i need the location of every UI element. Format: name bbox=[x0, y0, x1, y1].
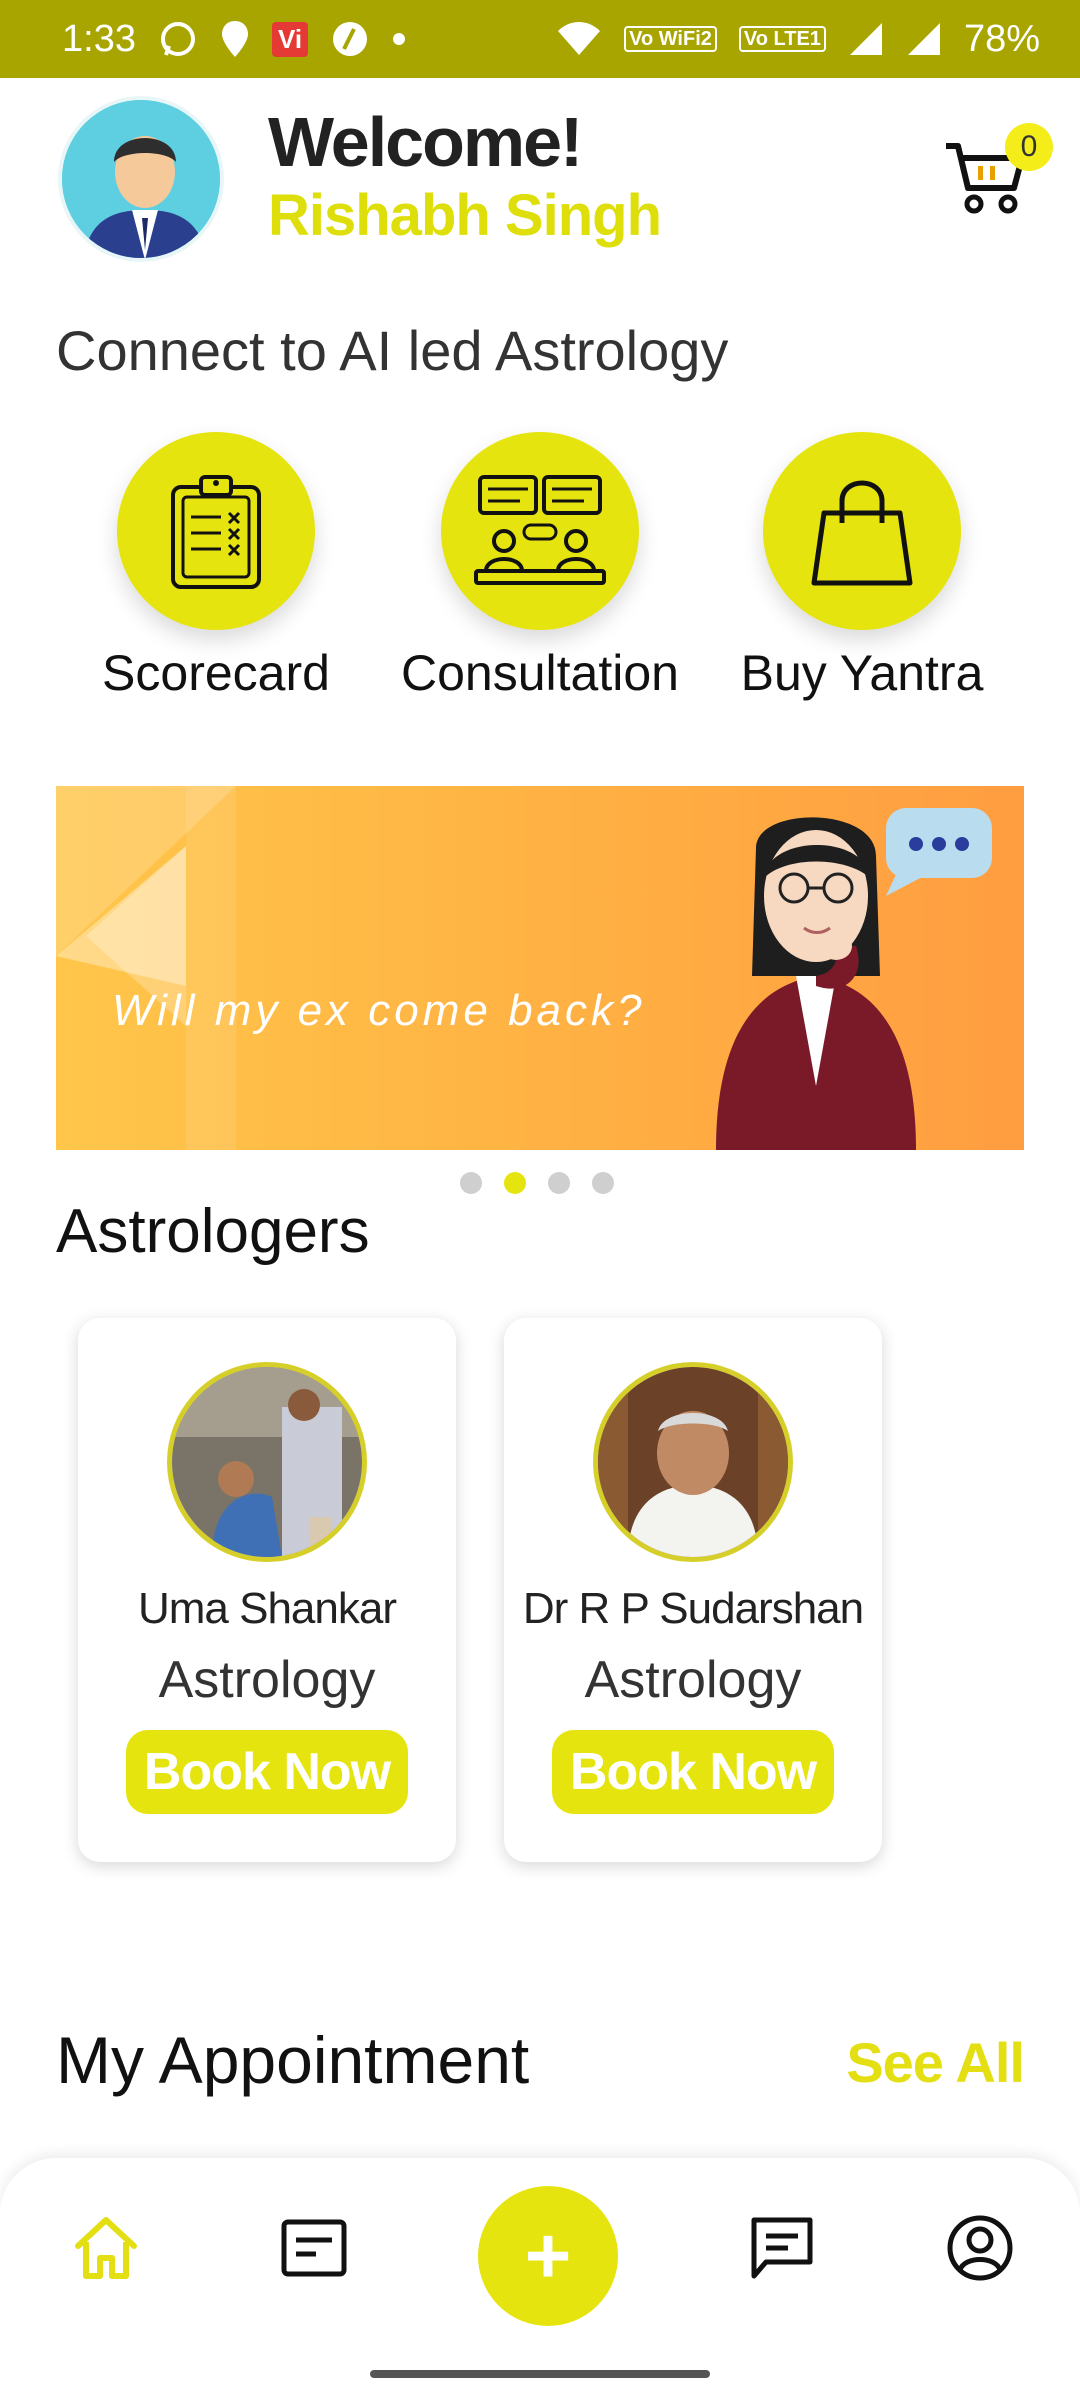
carrier-badge: Vi bbox=[271, 21, 309, 57]
profile-icon bbox=[947, 2215, 1013, 2281]
more-notifications-dot bbox=[392, 32, 406, 46]
carousel-dot-active[interactable] bbox=[504, 1172, 526, 1194]
carousel-dot[interactable] bbox=[592, 1172, 614, 1194]
signal-icon-2 bbox=[906, 21, 942, 57]
orders-icon bbox=[281, 2219, 347, 2277]
status-bar: 1:33 Vi Vo WiFi2 Vo LTE1 78% bbox=[0, 0, 1080, 78]
add-button[interactable]: + bbox=[478, 2186, 618, 2326]
service-label: Buy Yantra bbox=[740, 645, 984, 701]
signal-icon-1 bbox=[848, 21, 884, 57]
astrologer-name: Uma Shankar bbox=[137, 1584, 397, 1633]
service-buy-yantra[interactable]: Buy Yantra bbox=[712, 432, 1012, 702]
appointments-title: My Appointment bbox=[56, 2023, 530, 2097]
carousel-dots bbox=[460, 1172, 614, 1194]
cart-count-badge: 0 bbox=[1005, 123, 1053, 171]
wifi-icon bbox=[556, 21, 602, 57]
services-title: Connect to AI led Astrology bbox=[56, 319, 729, 382]
carousel-dot[interactable] bbox=[460, 1172, 482, 1194]
banner-art bbox=[56, 786, 992, 1150]
whatsapp-icon bbox=[158, 19, 198, 59]
gesture-bar[interactable] bbox=[370, 2370, 710, 2378]
battery-level: 78% bbox=[963, 17, 1040, 60]
location-icon bbox=[220, 19, 250, 59]
astrologer-name: Dr R P Sudarshan bbox=[522, 1584, 864, 1633]
astrologers-title: Astrologers bbox=[56, 1197, 370, 1266]
nav-orders[interactable] bbox=[274, 2208, 354, 2288]
volte-indicator: Vo LTE1 bbox=[738, 26, 826, 52]
astrologer-skill: Astrology bbox=[584, 1651, 802, 1709]
chat-icon bbox=[751, 2217, 813, 2279]
astrologer-photo bbox=[593, 1362, 793, 1562]
book-now-button[interactable]: Book Now bbox=[552, 1730, 834, 1814]
services-row: Scorecard Consultation Buy Yantra bbox=[0, 432, 1080, 712]
astrologer-card[interactable]: Dr R P Sudarshan Astrology Book Now bbox=[504, 1318, 882, 1862]
shopping-bag-icon bbox=[811, 480, 913, 586]
vowifi-indicator: Vo WiFi2 bbox=[624, 26, 717, 52]
app-notification-icon bbox=[330, 19, 370, 59]
consultation-icon bbox=[474, 475, 606, 585]
banner-text: Will my ex come back? bbox=[112, 986, 646, 1035]
book-now-button[interactable]: Book Now bbox=[126, 1730, 408, 1814]
header: Welcome! Rishabh Singh 0 bbox=[0, 78, 1080, 278]
astrologer-photo bbox=[167, 1362, 367, 1562]
nav-chat[interactable] bbox=[742, 2208, 822, 2288]
astrologer-skill: Astrology bbox=[158, 1651, 376, 1709]
welcome-heading: Welcome! bbox=[268, 103, 583, 181]
status-time: 1:33 bbox=[62, 17, 136, 60]
user-name: Rishabh Singh bbox=[268, 183, 662, 248]
service-consultation[interactable]: Consultation bbox=[390, 432, 690, 702]
service-label: Consultation bbox=[401, 645, 679, 701]
nav-profile[interactable] bbox=[940, 2208, 1020, 2288]
clipboard-icon bbox=[171, 475, 261, 589]
astrologer-card[interactable]: Uma Shankar Astrology Book Now bbox=[78, 1318, 456, 1862]
avatar[interactable] bbox=[58, 96, 224, 262]
bottom-nav: + bbox=[0, 2158, 1080, 2400]
service-scorecard[interactable]: Scorecard bbox=[66, 432, 366, 702]
home-icon bbox=[75, 2217, 137, 2279]
see-all-link[interactable]: See All bbox=[846, 2030, 1025, 2095]
carousel-dot[interactable] bbox=[548, 1172, 570, 1194]
promo-banner[interactable]: Will my ex come back? bbox=[56, 786, 1024, 1150]
service-label: Scorecard bbox=[102, 645, 330, 701]
nav-home[interactable] bbox=[66, 2208, 146, 2288]
